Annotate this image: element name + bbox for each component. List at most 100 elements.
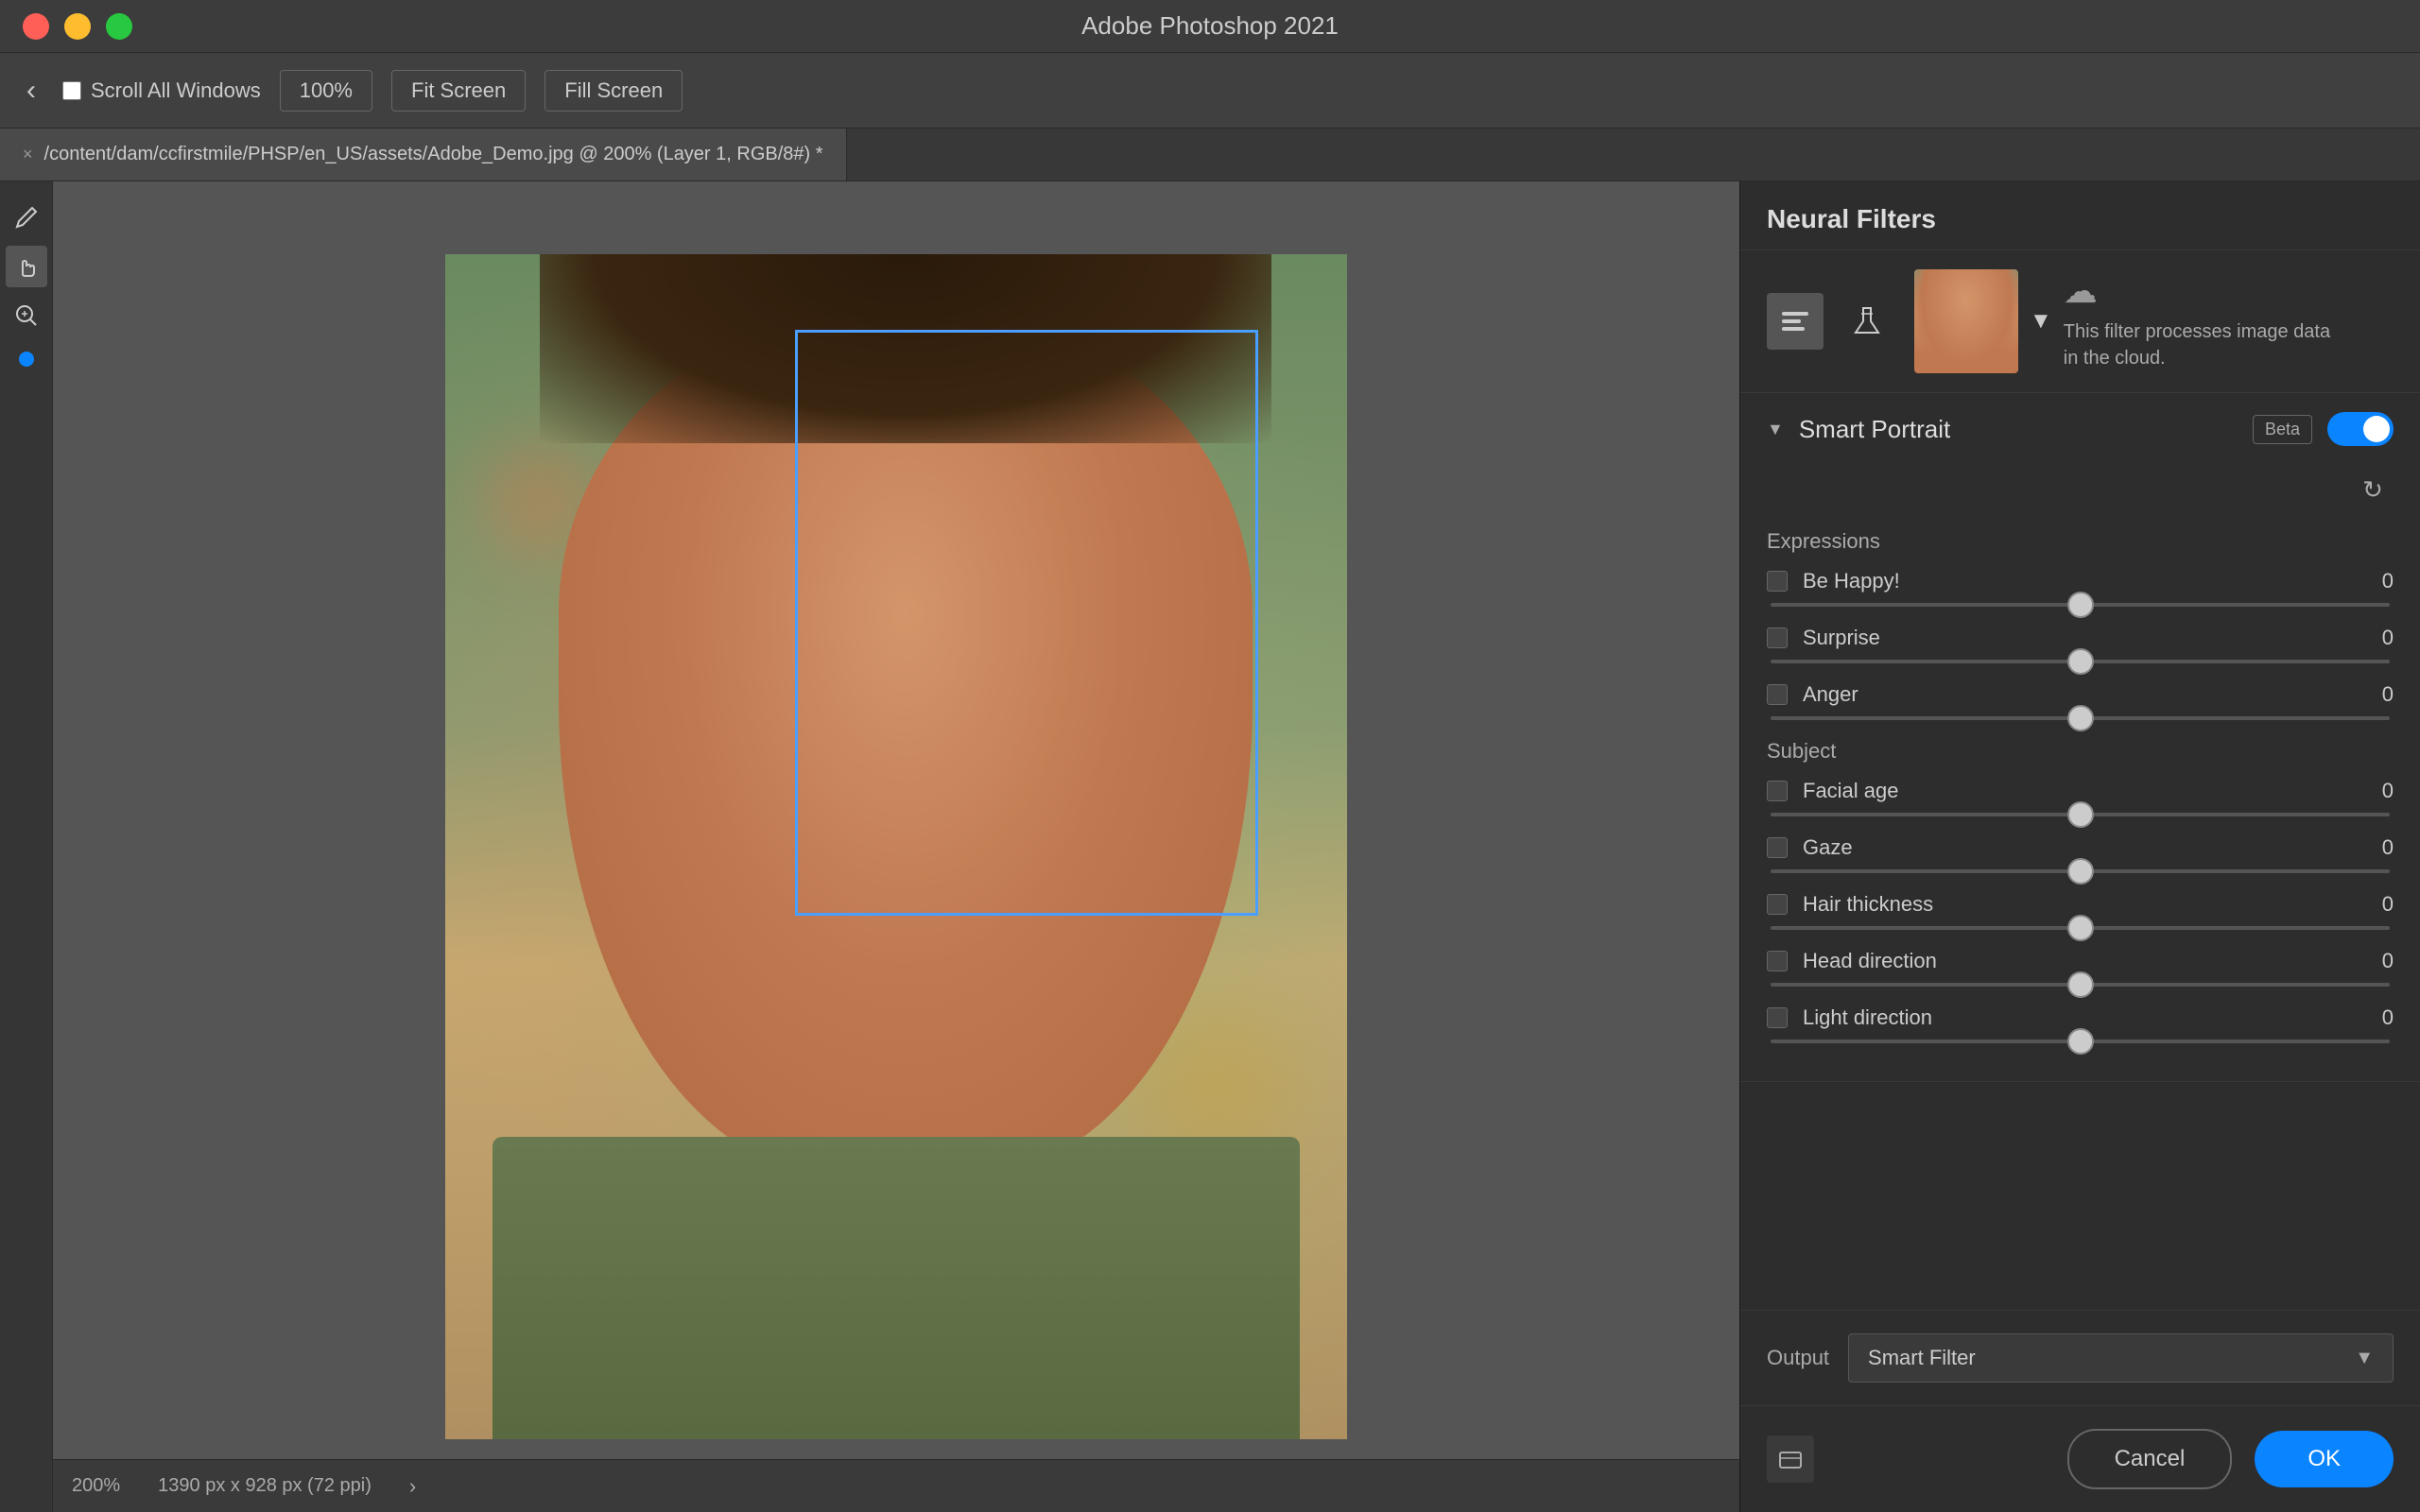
all-filters-icon[interactable] [1767,293,1824,350]
be-happy-checkbox[interactable] [1767,571,1788,592]
be-happy-slider-thumb[interactable] [2067,592,2094,618]
maximize-button[interactable] [106,13,132,40]
filter-item-be-happy-left: Be Happy! [1767,569,1900,593]
light-direction-value: 0 [2356,1005,2394,1030]
filter-nav-row: ▼ ☁ This filter processes image datain t… [1740,250,2420,393]
cloud-info: ☁ This filter processes image datain the… [2064,271,2330,371]
facial-age-slider-track [1771,813,2390,816]
sp-expand-icon[interactable]: ▼ [1767,420,1784,439]
surprise-label: Surprise [1803,626,1880,650]
filter-item-anger-header: Anger 0 [1767,682,2394,707]
filter-item-surprise-left: Surprise [1767,626,1880,650]
bottom-left-icons [1767,1435,1814,1483]
navigate-right-icon[interactable]: › [409,1474,416,1499]
left-tools-panel [0,181,53,1512]
surprise-value: 0 [2356,626,2394,650]
face-dropdown-button[interactable]: ▼ [2030,308,2052,335]
facial-age-value: 0 [2356,779,2394,803]
shirt-area [493,1137,1300,1439]
filter-item-head-direction: Head direction 0 [1767,949,2394,987]
zoom-tool[interactable] [6,295,47,336]
filter-item-hair-thickness-left: Hair thickness [1767,892,1933,917]
action-buttons: Cancel OK [2067,1429,2394,1489]
tab-item[interactable]: × /content/dam/ccfirstmile/PHSP/en_US/as… [0,129,847,180]
minimize-button[interactable] [64,13,91,40]
canvas-area[interactable]: 200% 1390 px x 928 px (72 ppi) › [53,181,1739,1512]
facial-age-slider-container [1767,813,2394,816]
zoom-level: 200% [72,1475,120,1497]
scroll-all-windows-check[interactable]: Scroll All Windows [62,78,261,103]
output-chevron-icon: ▼ [2355,1348,2374,1369]
light-direction-checkbox[interactable] [1767,1007,1788,1028]
gaze-slider-thumb[interactable] [2067,858,2094,885]
flask-icon[interactable] [1839,293,1895,350]
gaze-slider-container [1767,869,2394,873]
anger-slider-track [1771,716,2390,720]
gaze-label: Gaze [1803,835,1853,860]
scroll-all-windows-checkbox[interactable] [62,81,81,100]
output-select[interactable]: Smart Filter ▼ [1848,1333,2394,1383]
tab-close-icon[interactable]: × [23,145,33,164]
hair-thickness-label: Hair thickness [1803,892,1933,917]
filter-item-surprise-header: Surprise 0 [1767,626,2394,650]
surprise-checkbox[interactable] [1767,627,1788,648]
facial-age-slider-thumb[interactable] [2067,801,2094,828]
anger-slider-thumb[interactable] [2067,705,2094,731]
hair-thickness-slider-track [1771,926,2390,930]
filter-item-facial-age-header: Facial age 0 [1767,779,2394,803]
surprise-slider-track [1771,660,2390,663]
filter-item-anger-left: Anger [1767,682,1858,707]
head-direction-checkbox[interactable] [1767,951,1788,971]
reset-button[interactable]: ↻ [2352,469,2394,510]
tab-breadcrumb: /content/dam/ccfirstmile/PHSP/en_US/asse… [44,144,823,165]
gaze-checkbox[interactable] [1767,837,1788,858]
brush-tool[interactable] [6,197,47,238]
smart-portrait-toggle[interactable] [2327,412,2394,446]
panel-spacer [1740,1082,2420,1310]
head-direction-label: Head direction [1803,949,1937,973]
subject-section: Subject Facial age 0 [1767,739,2394,1043]
status-bar: 200% 1390 px x 928 px (72 ppi) › [53,1459,1739,1512]
filter-item-facial-age-left: Facial age [1767,779,1899,803]
head-direction-value: 0 [2356,949,2394,973]
ok-button[interactable]: OK [2255,1431,2394,1487]
surprise-slider-container [1767,660,2394,663]
be-happy-slider-container [1767,603,2394,607]
back-button[interactable]: ‹ [19,67,43,114]
canvas-image-container [445,254,1347,1439]
head-direction-slider-thumb[interactable] [2067,971,2094,998]
facial-age-checkbox[interactable] [1767,781,1788,801]
close-button[interactable] [23,13,49,40]
gaze-value: 0 [2356,835,2394,860]
toolbar: ‹ Scroll All Windows 100% Fit Screen Fil… [0,53,2420,129]
output-select-wrapper[interactable]: Smart Filter ▼ [1848,1333,2394,1383]
hair-thickness-slider-container [1767,926,2394,930]
surprise-slider-thumb[interactable] [2067,648,2094,675]
fit-screen-button[interactable]: Fit Screen [391,70,526,112]
panel-title: Neural Filters [1767,204,1936,234]
hair-thickness-slider-thumb[interactable] [2067,915,2094,941]
filter-item-gaze-header: Gaze 0 [1767,835,2394,860]
tabbar: × /content/dam/ccfirstmile/PHSP/en_US/as… [0,129,2420,181]
beta-badge: Beta [2253,415,2312,444]
filter-item-surprise: Surprise 0 [1767,626,2394,663]
hand-tool[interactable] [6,246,47,287]
cancel-button[interactable]: Cancel [2067,1429,2233,1489]
output-row: Output Smart Filter ▼ [1740,1310,2420,1405]
smart-portrait-title: Smart Portrait [1799,415,1950,444]
hair-thickness-checkbox[interactable] [1767,894,1788,915]
fill-screen-button[interactable]: Fill Screen [544,70,683,112]
filter-item-be-happy: Be Happy! 0 [1767,569,2394,607]
head-direction-slider-track [1771,983,2390,987]
light-direction-label: Light direction [1803,1005,1932,1030]
light-direction-slider-container [1767,1040,2394,1043]
be-happy-slider-track [1771,603,2390,607]
light-direction-slider-thumb[interactable] [2067,1028,2094,1055]
filter-item-light-direction-header: Light direction 0 [1767,1005,2394,1030]
filter-item-head-direction-left: Head direction [1767,949,1937,973]
panel-bottom-layers-icon[interactable] [1767,1435,1814,1483]
filter-item-head-direction-header: Head direction 0 [1767,949,2394,973]
filter-item-gaze: Gaze 0 [1767,835,2394,873]
anger-checkbox[interactable] [1767,684,1788,705]
zoom-input[interactable]: 100% [280,70,372,112]
